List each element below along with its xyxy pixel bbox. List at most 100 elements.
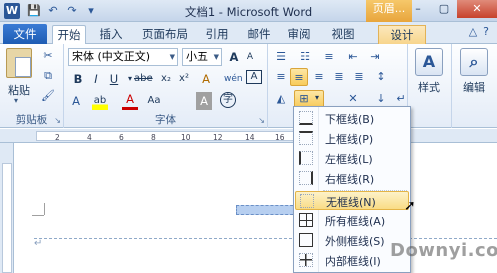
tab-page-layout[interactable]: 页面布局	[138, 25, 192, 44]
tab-file[interactable]: 文件	[3, 24, 47, 44]
tab-references[interactable]: 引用	[202, 25, 232, 44]
binoculars-icon: ⌕	[460, 48, 488, 76]
menu-item-label: 下框线(B)	[325, 113, 375, 126]
chevron-down-icon: ▼	[169, 53, 175, 61]
menu-item-all-borders[interactable]: 所有框线(A)	[295, 211, 409, 230]
minimize-ribbon-icon[interactable]: △	[469, 25, 477, 38]
ruler-number: 8	[151, 133, 156, 142]
editing-group: ⌕ 编辑	[452, 44, 497, 128]
maximize-button[interactable]: ▢	[431, 0, 457, 18]
menu-item-label: 外侧框线(S)	[325, 235, 385, 248]
paste-button-label[interactable]: 粘贴	[2, 82, 36, 98]
tab-mailings[interactable]: 邮件	[244, 25, 274, 44]
ruler-track: 2 4 6 8 10 12 14 16	[36, 131, 296, 142]
editing-label: 编辑	[463, 81, 485, 94]
close-button[interactable]: ✕	[457, 0, 497, 18]
increase-indent-icon[interactable]: ⇥	[366, 48, 384, 66]
paste-icon[interactable]	[6, 48, 32, 78]
multilevel-list-icon[interactable]: ≡	[320, 48, 338, 66]
tab-home[interactable]: 开始	[52, 25, 86, 44]
font-launcher-icon[interactable]: ↘	[258, 116, 265, 125]
menu-item-bottom-border[interactable]: 下框线(B)	[295, 109, 409, 128]
line-spacing-icon[interactable]: ↕	[372, 68, 390, 86]
tab-insert[interactable]: 插入	[94, 25, 128, 44]
left-border-icon	[299, 151, 313, 165]
clipboard-group: 粘贴 ▾ ✂ ⧉ 🖌 剪贴板 ↘	[0, 44, 64, 128]
bold-button[interactable]: B	[70, 70, 86, 88]
tab-review[interactable]: 审阅	[284, 25, 314, 44]
font-size-value: 小五	[186, 50, 208, 63]
character-border-button[interactable]: A	[246, 70, 262, 84]
top-border-icon	[299, 131, 313, 145]
menu-item-label: 左框线(L)	[325, 153, 373, 166]
font-size-select[interactable]: 小五 ▼	[182, 48, 222, 66]
chevron-down-icon: ▼	[213, 53, 219, 61]
tab-design[interactable]: 设计	[378, 25, 426, 44]
underline-button[interactable]: U	[106, 70, 122, 88]
window-controls: – ▢ ✕	[405, 0, 497, 18]
ruler-number: 10	[181, 133, 191, 142]
menu-item-label: 内部框线(I)	[325, 255, 381, 268]
vertical-ruler[interactable]	[0, 143, 14, 273]
header-boundary-line	[34, 238, 497, 239]
font-color-button[interactable]: A	[122, 92, 138, 110]
justify-icon[interactable]: ≣	[330, 68, 348, 86]
clear-formatting-button[interactable]: A	[198, 70, 214, 88]
shading-icon[interactable]: ◭	[272, 90, 290, 108]
font-family-select[interactable]: 宋体 (中文正文) ▼	[68, 48, 178, 66]
italic-button[interactable]: I	[88, 70, 104, 88]
menu-item-label: 所有框线(A)	[325, 215, 386, 228]
subscript-button[interactable]: x₂	[158, 70, 174, 88]
enclose-characters-button[interactable]: 字	[220, 92, 236, 108]
tab-view[interactable]: 视图	[328, 25, 358, 44]
align-left-icon[interactable]: ≡	[272, 68, 290, 86]
highlight-button[interactable]: ab	[92, 92, 108, 110]
help-icon[interactable]: ?	[483, 25, 489, 38]
numbering-icon[interactable]: ☷	[296, 48, 314, 66]
editing-button[interactable]: ⌕ 编辑	[455, 48, 493, 95]
clipboard-launcher-icon[interactable]: ↘	[54, 116, 61, 125]
styles-label: 样式	[418, 81, 440, 94]
menu-item-right-border[interactable]: 右框线(R)	[295, 169, 409, 191]
ribbon: 粘贴 ▾ ✂ ⧉ 🖌 剪贴板 ↘ 宋体 (中文正文) ▼ 小五 ▼ A A B I …	[0, 44, 497, 128]
menu-item-top-border[interactable]: 上框线(P)	[295, 129, 409, 148]
horizontal-ruler[interactable]: 2 4 6 8 10 12 14 16	[0, 129, 497, 143]
paste-dropdown-icon[interactable]: ▾	[14, 96, 18, 105]
format-painter-icon[interactable]: 🖌	[40, 88, 56, 104]
font-group: 宋体 (中文正文) ▼ 小五 ▼ A A B I U ▾ abe x₂ x² A w…	[64, 44, 268, 128]
strikethrough-button[interactable]: abe	[134, 70, 153, 88]
title-bar: W 💾 ↶ ↷ ▾ 文档1 - Microsoft Word 页眉... – ▢…	[0, 0, 497, 22]
menu-item-left-border[interactable]: 左框线(L)	[295, 149, 409, 168]
vertical-ruler-track	[2, 163, 12, 273]
paragraph-mark: ↵	[34, 238, 43, 249]
superscript-button[interactable]: x²	[176, 70, 192, 88]
align-right-icon[interactable]: ≡	[310, 68, 328, 86]
font-group-label: 字体	[155, 114, 176, 126]
text-effects-icon[interactable]: A	[68, 92, 84, 110]
styles-group: A 样式	[408, 44, 452, 128]
menu-item-no-border[interactable]: 无框线(N)	[295, 191, 409, 210]
bullets-icon[interactable]: ☰	[272, 48, 290, 66]
decrease-indent-icon[interactable]: ⇤	[344, 48, 362, 66]
menu-item-label: 上框线(P)	[325, 133, 374, 146]
watermark-logo: Downyi.com	[390, 240, 497, 261]
align-center-icon[interactable]: ≡	[290, 68, 308, 86]
margin-corner-mark	[44, 203, 45, 215]
inside-borders-icon	[299, 253, 313, 267]
ruler-number: 4	[87, 133, 92, 142]
right-border-icon	[299, 171, 313, 185]
character-shading-button[interactable]: A	[196, 92, 212, 110]
all-borders-icon	[299, 213, 313, 227]
copy-icon[interactable]: ⧉	[40, 68, 56, 84]
styles-button[interactable]: A 样式	[410, 48, 448, 95]
distributed-icon[interactable]: ≣	[350, 68, 368, 86]
shrink-font-button[interactable]: A	[242, 48, 258, 66]
cut-icon[interactable]: ✂	[40, 48, 56, 64]
outside-borders-icon	[299, 233, 313, 247]
font-family-value: 宋体 (中文正文)	[72, 50, 151, 63]
grow-font-button[interactable]: A	[226, 48, 242, 66]
phonetic-guide-button[interactable]: wén	[224, 70, 243, 88]
minimize-button[interactable]: –	[405, 0, 431, 18]
change-case-button[interactable]: Aa	[146, 92, 162, 110]
chevron-down-icon: ▾	[315, 93, 320, 102]
